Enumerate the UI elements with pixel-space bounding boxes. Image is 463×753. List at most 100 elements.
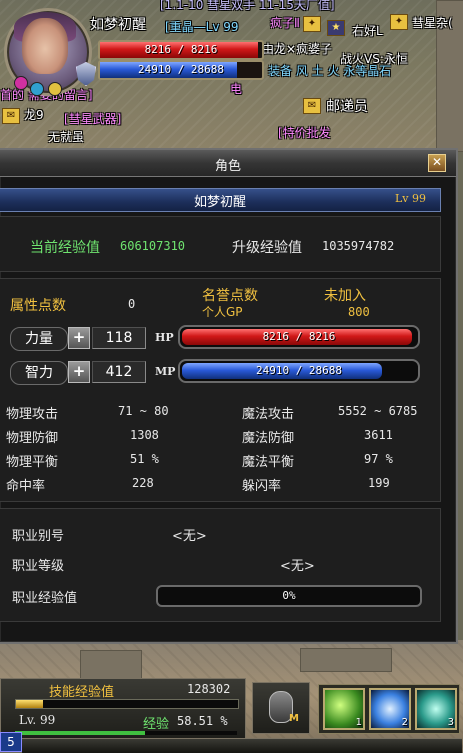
window-title: 角色 [214,159,241,174]
npc-no-shop: 无就虽 [48,130,85,144]
player-mp-text: 24910 / 28688 [137,63,225,76]
phys-balance-label: 物理平衡 [6,455,59,470]
floor-tile [300,648,392,672]
npc-shop-items: 装备 风 土 火 永等晶石 [268,64,392,78]
status-orb-icon[interactable] [14,76,28,90]
hp-text: 8216 / 8216 [262,330,336,343]
str-label: 力量 [10,327,68,351]
skill-slot[interactable]: 2 [369,688,411,730]
slot-number: 1 [355,717,362,728]
accuracy-value: 228 [132,476,154,490]
window-title-bar[interactable]: 角色 ✕ [0,150,456,177]
job-level-value: <无> [280,559,315,574]
personal-gp-label: 个人GP [202,305,243,319]
exp-panel: 技能经验值 128302 Lv. 99 经验 58.51 % [0,678,246,740]
combat-row: 物理防御 1308 魔法防御 3611 [6,425,436,449]
close-icon: ✕ [431,155,443,169]
skill-bar: 1 2 3 [318,684,460,734]
character-name-bar: 如梦初醒 Lv 99 [0,188,441,212]
job-section: 职业别号 <无> 职业等级 <无> 职业经验值 0% [0,508,441,622]
status-orb-icon[interactable] [48,82,62,96]
combat-row: 物理平衡 51 % 魔法平衡 97 % [6,449,436,473]
player-overhead-name: 如梦初醒 [90,17,146,33]
evasion-value: 199 [368,476,390,490]
npc-title-text: 疯子Ⅱ [270,16,300,30]
npc-comet-misc: 彗星杂( [412,16,453,30]
npc-comet-weapon: [彗星武器] [64,112,122,126]
npc-postman: 邮递员 [326,99,368,115]
mouse-key-label: M [289,713,299,724]
skill-slot[interactable]: 1 [323,688,365,730]
npc-shop-icon[interactable]: ✦ [390,14,408,30]
gp-value: 800 [348,305,370,319]
skill-exp-label: 技能经验值 [49,685,115,700]
add-int-button[interactable]: + [68,361,90,383]
combat-row: 物理攻击 71 ~ 80 魔法攻击 5552 ~ 6785 [6,401,436,425]
phys-defense-label: 物理防御 [6,431,59,446]
mp-text: 24910 / 28688 [255,364,343,377]
int-value: 412 [92,361,146,383]
attr-points-value: 0 [128,297,136,311]
plus-icon: + [72,362,86,380]
player-hp-bar: 8216 / 8216 [98,40,264,60]
npc-electric: 电 [230,82,243,96]
player-hp-text: 8216 / 8216 [144,43,218,56]
job-level-label: 职业等级 [12,559,65,574]
skill-exp-bar [15,699,239,709]
skill-slot[interactable]: 3 [415,688,457,730]
mag-balance-value: 97 % [364,452,393,466]
accuracy-label: 命中率 [6,479,46,494]
exp-fill [15,731,145,735]
combat-row: 命中率 228 躲闪率 199 [6,473,436,497]
npc-shop-title: [重晶—Lv 99 [165,20,239,34]
slot-number: 2 [401,717,408,728]
mag-attack-label: 魔法攻击 [242,407,295,422]
npc-right-good: 右好L [352,24,383,38]
current-exp-label: 当前经验值 [30,240,100,256]
skill-exp-fill [16,700,43,708]
mp-bar: 24910 / 28688 [178,359,420,383]
slot-number: 3 [447,717,454,728]
phys-attack-value: 71 ~ 80 [118,404,169,418]
floor-tile [80,650,142,680]
mag-attack-value: 5552 ~ 6785 [338,404,418,418]
character-window: 角色 ✕ 如梦初醒 Lv 99 当前经验值 606107310 升级经验值 10… [0,148,458,644]
exp-label: 经验 [143,717,170,732]
plus-icon: + [72,328,86,346]
hud-level: Lv. 99 [19,713,56,727]
npc-postman-icon[interactable]: ✉ [303,98,321,114]
guild-status: 未加入 [324,288,366,304]
status-orb-icon[interactable] [30,82,44,96]
close-button[interactable]: ✕ [428,154,446,172]
npc-badge-icon[interactable]: ★ [327,20,345,36]
job-exp-label: 职业经验值 [12,591,78,606]
phys-balance-value: 51 % [130,452,159,466]
npc-mail-icon[interactable]: ✉ [2,108,20,124]
npc-sale: [特价批发 [278,126,331,140]
npc-quest-icon[interactable]: ✦ [303,16,321,32]
current-exp-value: 606107310 [120,239,186,253]
mag-balance-label: 魔法平衡 [242,455,295,470]
job-alias-label: 职业别号 [12,529,65,544]
phys-attack-label: 物理攻击 [6,407,59,422]
add-str-button[interactable]: + [68,327,90,349]
phys-defense-value: 1308 [130,428,159,442]
hp-bar: 8216 / 8216 [178,325,420,349]
mouse-button-panel[interactable]: M [252,682,310,734]
bottom-hud-strip [22,738,462,753]
npc-mad-lady: 由龙×疯婆子 [262,42,333,56]
exp-section: 当前经验值 606107310 升级经验值 1035974782 [0,216,441,272]
job-alias-value: <无> [172,529,207,544]
next-exp-value: 1035974782 [322,239,395,253]
character-level: Lv 99 [395,192,427,205]
attr-points-label: 属性点数 [10,298,66,314]
mag-defense-value: 3611 [364,428,393,442]
job-exp-text: 0% [282,589,296,602]
skill-exp-value: 128302 [187,682,231,696]
player-portrait [22,18,68,74]
player-mp-bar: 24910 / 28688 [98,60,264,80]
str-value: 118 [92,327,146,349]
hotbar-page-button[interactable]: 5 [0,732,22,752]
npc-dragon9: 龙9 [24,108,44,122]
character-name: 如梦初醒 [193,195,246,210]
